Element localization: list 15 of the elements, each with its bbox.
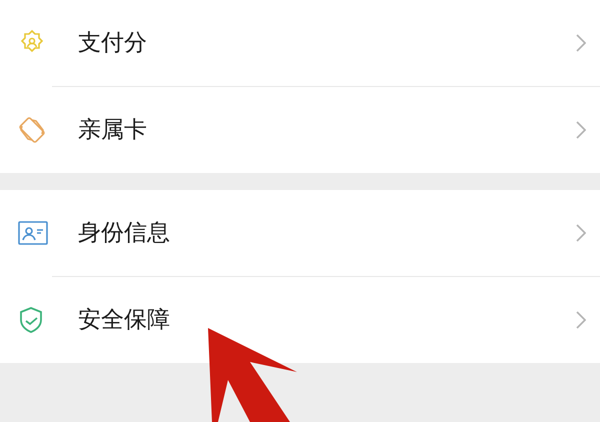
shield-check-icon <box>18 306 44 334</box>
menu-item[interactable]: 身份信息 <box>0 190 600 276</box>
id-card-icon <box>18 221 48 245</box>
chevron-right-icon <box>576 121 586 139</box>
menu-item-label: 支付分 <box>78 28 148 58</box>
menu-item[interactable]: 支付分 <box>0 0 600 86</box>
menu-item-label: 安全保障 <box>78 306 171 335</box>
menu-item-label: 亲属卡 <box>78 116 148 145</box>
menu-item[interactable]: 安全保障 <box>0 277 600 363</box>
chevron-right-icon <box>576 311 586 329</box>
chevron-right-icon <box>576 34 586 52</box>
menu-item[interactable]: 亲属卡 <box>0 87 600 173</box>
chevron-right-icon <box>576 224 586 242</box>
menu-item-label: 身份信息 <box>78 218 171 248</box>
cards-icon <box>18 116 46 144</box>
